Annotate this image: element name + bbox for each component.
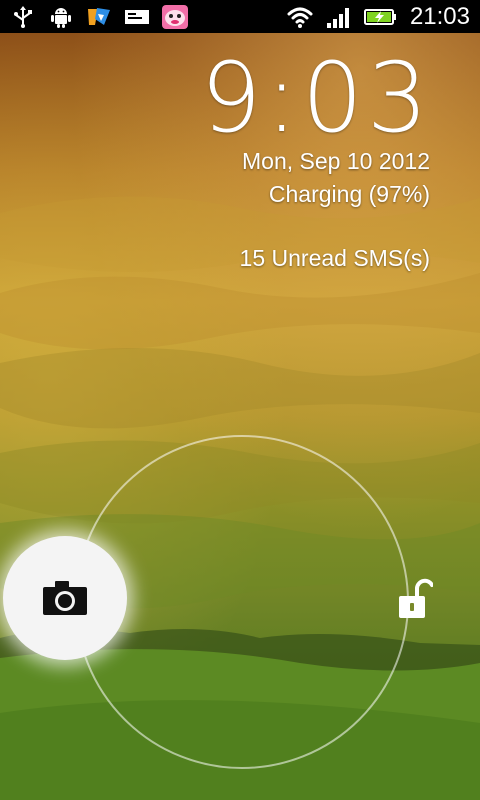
lockscreen-clock: 9:03 bbox=[200, 42, 432, 154]
unlock-target[interactable] bbox=[394, 576, 436, 622]
camera-unlock-target[interactable] bbox=[3, 536, 127, 660]
notification-icons bbox=[10, 4, 188, 29]
unread-sms-notice[interactable]: 15 Unread SMS(s) bbox=[240, 244, 430, 272]
system-icons: 21:03 bbox=[286, 2, 470, 30]
cartoon-app-icon bbox=[162, 4, 188, 29]
app-notification-icon bbox=[88, 7, 110, 25]
lockscreen-date: Mon, Sep 10 2012 bbox=[242, 148, 430, 174]
lock-screen: 21:03 9:03 Mon, Sep 10 2012 Charging (97… bbox=[0, 0, 480, 800]
sms-message-icon bbox=[125, 9, 149, 24]
android-debug-icon bbox=[51, 7, 71, 28]
wifi-icon bbox=[287, 7, 313, 28]
battery-charging-icon bbox=[363, 8, 396, 25]
usb-icon bbox=[14, 5, 32, 28]
status-time: 21:03 bbox=[409, 2, 470, 30]
unlock-icon bbox=[399, 578, 433, 618]
charging-status: Charging (97%) bbox=[268, 181, 430, 207]
signal-strength-icon bbox=[326, 7, 349, 28]
status-bar: 21:03 bbox=[0, 0, 480, 33]
camera-icon bbox=[43, 581, 87, 615]
